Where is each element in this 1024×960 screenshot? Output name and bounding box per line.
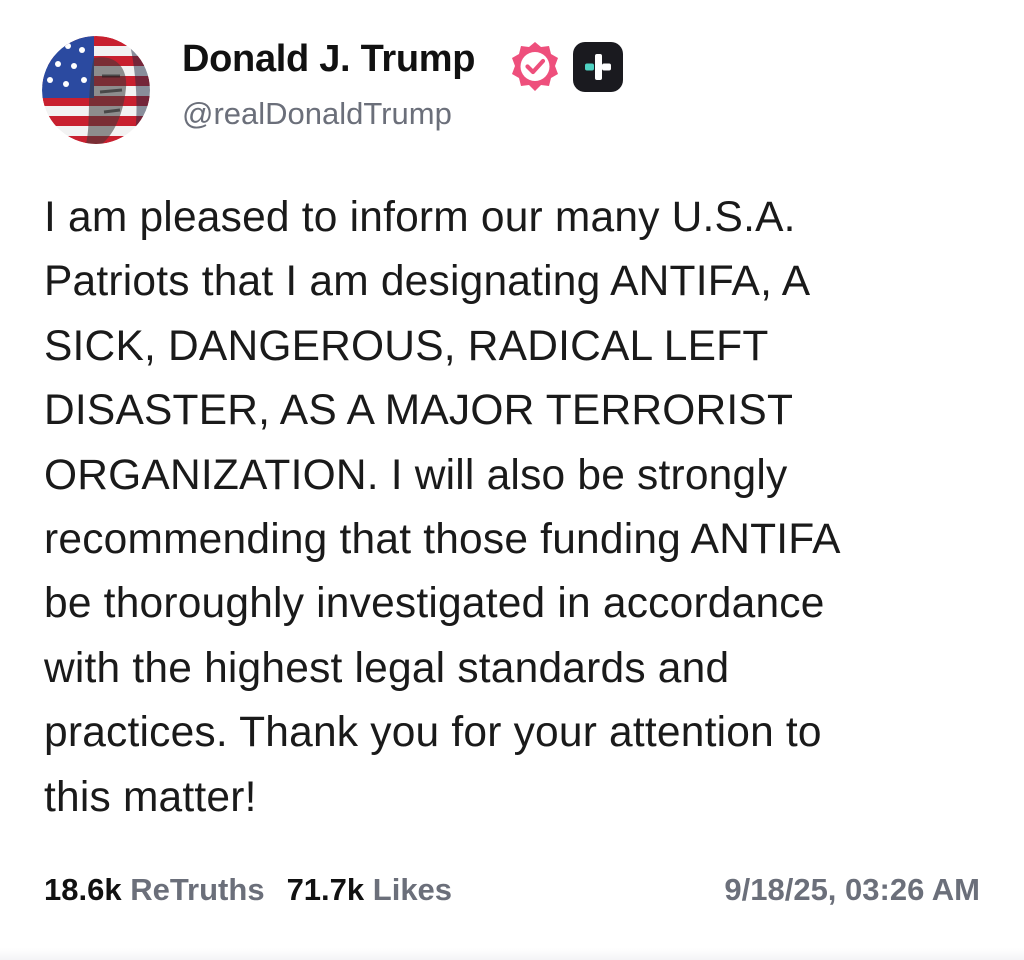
post-text-line: recommending that those funding ANTIFA xyxy=(44,516,841,564)
verified-badge-icon xyxy=(508,40,562,94)
post-timestamp: 9/18/25, 03:26 AM xyxy=(724,872,980,907)
likes-label: Likes xyxy=(372,872,453,907)
post-stats: 18.6k ReTruths 71.7k Likes xyxy=(44,872,452,908)
bottom-divider xyxy=(0,948,1024,960)
likes-count: 71.7k xyxy=(286,872,365,907)
post-text-line: I am pleased to inform our many U.S.A. xyxy=(44,194,796,241)
retruths-count: 18.6k xyxy=(44,872,122,907)
post-text-line: SICK, DANGEROUS, RADICAL LEFT xyxy=(44,322,769,370)
avatar-image xyxy=(42,36,150,144)
author-handle[interactable]: @realDonaldTrump xyxy=(182,96,452,132)
post-text-line: with the highest legal standards and xyxy=(44,644,730,692)
post-text-line: Patriots that I am designating ANTIFA, A xyxy=(44,258,811,306)
plus-badge-icon[interactable] xyxy=(573,42,623,92)
likes-stat[interactable]: 71.7k Likes xyxy=(287,872,452,908)
post-text-line: ORGANIZATION. I will also be strongly xyxy=(44,451,788,499)
post-text: I am pleased to inform our many U.S.A. P… xyxy=(44,186,994,830)
avatar[interactable] xyxy=(42,36,150,144)
post-text-line: this matter! xyxy=(44,773,257,821)
post-text-line: be thoroughly investigated in accordance xyxy=(44,580,825,628)
retruths-label: ReTruths xyxy=(130,872,265,907)
post-text-line: DISASTER, AS A MAJOR TERRORIST xyxy=(44,387,794,435)
post-card: Donald J. Trump @realDonaldTrump I am pl… xyxy=(0,0,1024,960)
post-text-line: practices. Thank you for your attention … xyxy=(44,709,822,757)
retruths-stat[interactable]: 18.6k ReTruths xyxy=(44,872,265,908)
author-name[interactable]: Donald J. Trump xyxy=(182,38,476,81)
